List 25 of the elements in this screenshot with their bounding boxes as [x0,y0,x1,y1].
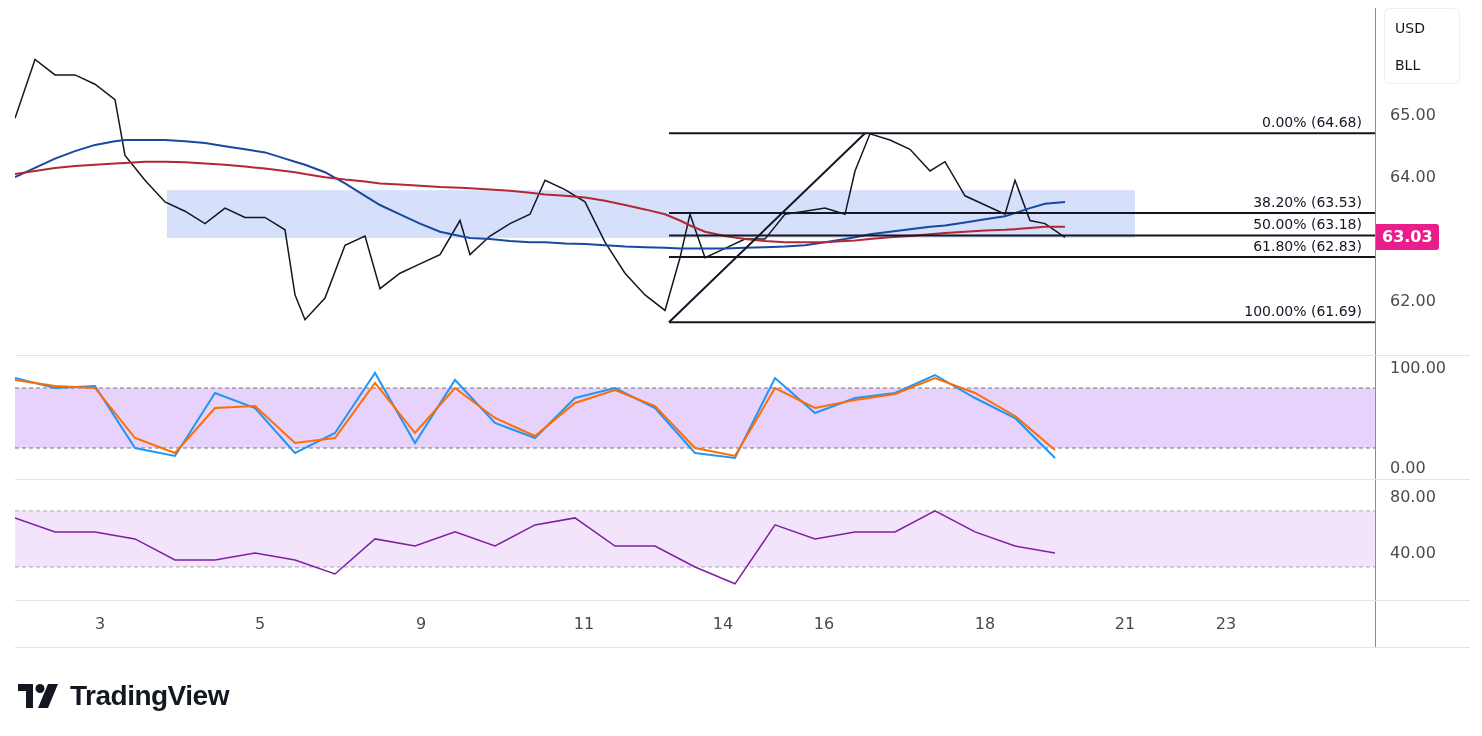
axis-label: 3 [93,614,107,633]
axis-label: 65.00 [1390,105,1436,126]
axis-label: 80.00 [1390,486,1436,507]
axis-label: 9 [414,614,428,633]
fibonacci-label: 61.80% (62.83) [1253,238,1362,255]
axis-label: 11 [572,614,596,633]
axis-label: 14 [711,614,735,633]
axis-label: 18 [973,614,997,633]
currency-label: USD [1395,19,1426,36]
axis-label: 5 [253,614,267,633]
logo-text: TradingView [70,680,229,712]
axis-label: 21 [1113,614,1137,633]
fibonacci-label: 100.00% (61.69) [1244,303,1362,320]
currency-label: BLL [1395,56,1422,73]
axis-label: 62.00 [1390,291,1436,312]
axis-label: 0.00 [1390,458,1426,478]
axis-label: 100.00 [1390,358,1446,378]
axis-label: 64.00 [1390,167,1436,188]
last-price-badge: 63.03 [1376,224,1439,251]
fibonacci-label: 50.00% (63.18) [1253,216,1362,233]
axis-label: 16 [812,614,836,633]
axis-label: 23 [1214,614,1238,633]
fibonacci-label: 0.00% (64.68) [1262,114,1362,131]
axis-label: 40.00 [1390,542,1436,563]
fibonacci-label: 38.20% (63.53) [1253,194,1362,211]
